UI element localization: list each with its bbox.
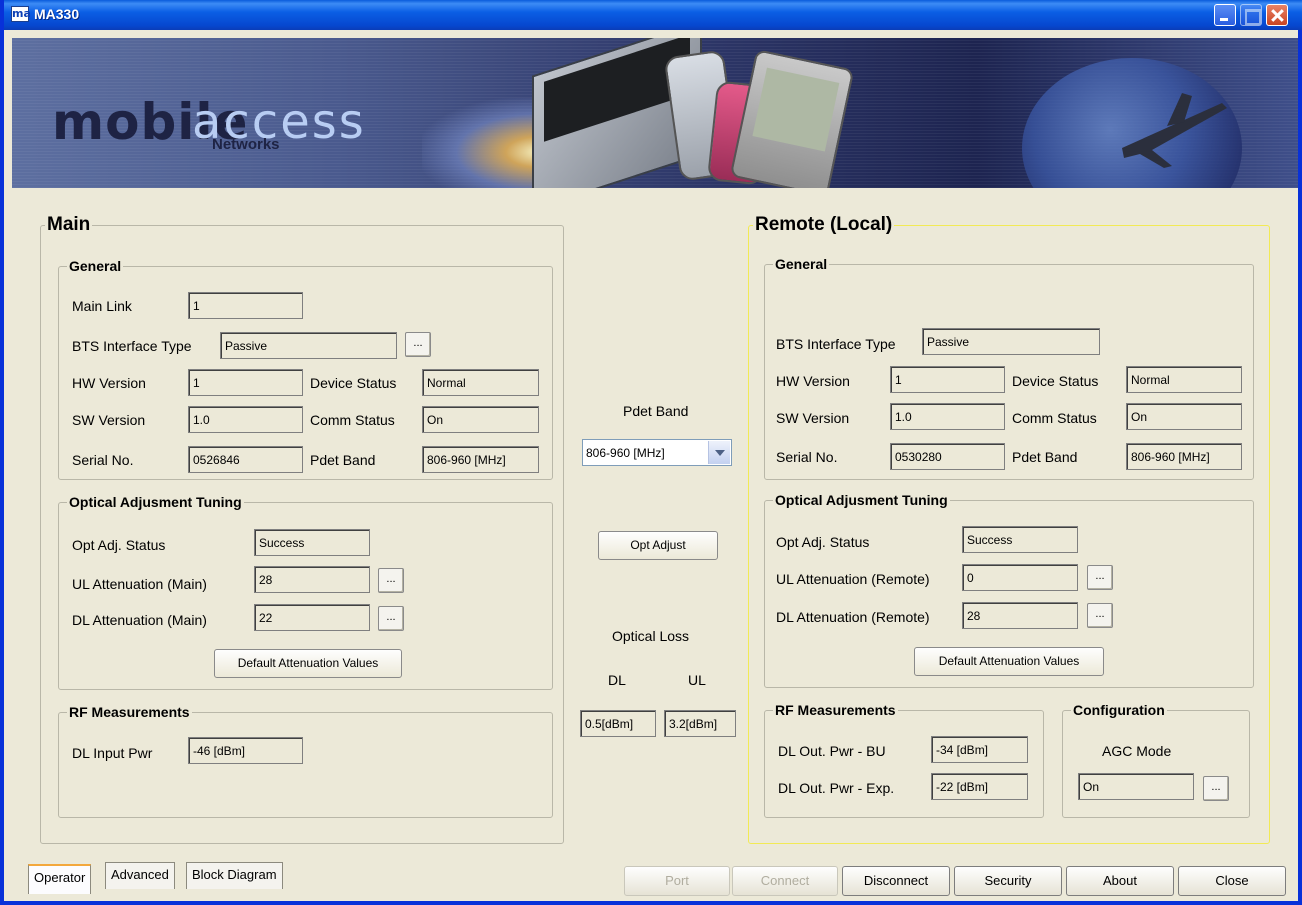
main-ul-atten-button[interactable]: ... xyxy=(378,568,404,593)
main-hw-field: 1 xyxy=(188,369,303,396)
main-pdet-field: 806-960 [MHz] xyxy=(422,446,539,473)
remote-pdet-label: Pdet Band xyxy=(1012,449,1078,465)
remote-hw-label: HW Version xyxy=(776,373,850,389)
main-ul-atten-field: 28 xyxy=(254,566,370,593)
remote-default-attenuation-button[interactable]: Default Attenuation Values xyxy=(914,647,1104,676)
main-comm-status-field: On xyxy=(422,406,539,433)
app-window: ma MA330 mobile access Networks Main Gen… xyxy=(0,0,1302,905)
remote-dl-atten-label: DL Attenuation (Remote) xyxy=(776,609,930,625)
pda-image xyxy=(729,49,855,188)
main-default-attenuation-button[interactable]: Default Attenuation Values xyxy=(214,649,402,678)
remote-general-title: General xyxy=(775,256,828,272)
remote-device-status-field: Normal xyxy=(1126,366,1242,393)
header-banner: mobile access Networks xyxy=(12,38,1298,188)
main-device-status-field: Normal xyxy=(422,369,539,396)
remote-pdet-field: 806-960 [MHz] xyxy=(1126,443,1242,470)
center-pdet-band-label: Pdet Band xyxy=(623,403,689,419)
main-bts-browse-button[interactable]: ... xyxy=(405,332,431,357)
remote-dl-out-exp-label: DL Out. Pwr - Exp. xyxy=(778,780,895,796)
chevron-down-icon[interactable] xyxy=(708,441,730,464)
remote-ul-atten-label: UL Attenuation (Remote) xyxy=(776,571,930,587)
main-dl-atten-label: DL Attenuation (Main) xyxy=(72,612,207,628)
remote-dl-out-bu-label: DL Out. Pwr - BU xyxy=(778,743,886,759)
remote-dl-out-exp-field: -22 [dBm] xyxy=(931,773,1028,800)
main-opt-status-label: Opt Adj. Status xyxy=(72,537,166,553)
about-button[interactable]: About xyxy=(1066,866,1174,896)
remote-dl-out-bu-field: -34 [dBm] xyxy=(931,736,1028,763)
connect-button[interactable]: Connect xyxy=(732,866,838,896)
main-sw-field: 1.0 xyxy=(188,406,303,433)
main-comm-status-label: Comm Status xyxy=(310,412,395,428)
main-device-status-label: Device Status xyxy=(310,375,397,391)
remote-bts-label: BTS Interface Type xyxy=(776,336,896,352)
remote-serial-label: Serial No. xyxy=(776,449,838,465)
maximize-button[interactable] xyxy=(1240,4,1262,26)
main-bts-label: BTS Interface Type xyxy=(72,338,192,354)
remote-hw-field: 1 xyxy=(890,366,1005,393)
main-optical-title: Optical Adjusment Tuning xyxy=(69,494,242,510)
logo-networks-text: Networks xyxy=(212,136,280,153)
close-button[interactable]: Close xyxy=(1178,866,1286,896)
optical-loss-ul-field: 3.2[dBm] xyxy=(664,710,736,737)
remote-device-status-label: Device Status xyxy=(1012,373,1099,389)
main-dl-atten-field: 22 xyxy=(254,604,370,631)
main-serial-label: Serial No. xyxy=(72,452,134,468)
agc-mode-field: On xyxy=(1078,773,1194,800)
port-button[interactable]: Port xyxy=(624,866,730,896)
remote-serial-field: 0530280 xyxy=(890,443,1005,470)
close-window-button[interactable] xyxy=(1266,4,1288,26)
optical-loss-dl-label: DL xyxy=(608,672,626,688)
tab-operator[interactable]: Operator xyxy=(28,864,92,894)
main-pdet-label: Pdet Band xyxy=(310,452,376,468)
main-opt-status-field: Success xyxy=(254,529,370,556)
remote-comm-status-field: On xyxy=(1126,403,1242,430)
main-sw-label: SW Version xyxy=(72,412,146,428)
main-general-title: General xyxy=(69,258,122,274)
window-title: MA330 xyxy=(34,6,80,22)
remote-sw-label: SW Version xyxy=(776,410,850,426)
remote-sw-field: 1.0 xyxy=(890,403,1005,430)
main-hw-label: HW Version xyxy=(72,375,146,391)
opt-adjust-button[interactable]: Opt Adjust xyxy=(598,531,718,560)
tab-advanced[interactable]: Advanced xyxy=(105,862,175,889)
security-button[interactable]: Security xyxy=(954,866,1062,896)
agc-mode-button[interactable]: ... xyxy=(1203,776,1229,801)
optical-loss-dl-field: 0.5[dBm] xyxy=(580,710,656,737)
main-title: Main xyxy=(47,214,91,235)
remote-optical-title: Optical Adjusment Tuning xyxy=(775,492,948,508)
remote-bts-field: Passive xyxy=(922,328,1100,355)
remote-ul-atten-button[interactable]: ... xyxy=(1087,565,1113,590)
remote-comm-status-label: Comm Status xyxy=(1012,410,1097,426)
main-rf-title: RF Measurements xyxy=(69,704,190,720)
remote-opt-status-label: Opt Adj. Status xyxy=(776,534,870,550)
remote-opt-status-field: Success xyxy=(962,526,1078,553)
airplane-icon xyxy=(1122,93,1227,168)
pdet-band-dropdown[interactable]: 806-960 [MHz] xyxy=(582,439,732,466)
optical-loss-ul-label: UL xyxy=(688,672,706,688)
remote-ul-atten-field: 0 xyxy=(962,564,1078,591)
main-link-label: Main Link xyxy=(72,298,132,314)
main-dl-input-label: DL Input Pwr xyxy=(72,745,153,761)
agc-mode-label: AGC Mode xyxy=(1102,743,1172,759)
minimize-button[interactable] xyxy=(1214,4,1236,26)
tab-block-diagram[interactable]: Block Diagram xyxy=(186,862,283,889)
remote-rf-title: RF Measurements xyxy=(775,702,896,718)
remote-dl-atten-button[interactable]: ... xyxy=(1087,603,1113,628)
configuration-title: Configuration xyxy=(1073,702,1165,718)
remote-title: Remote (Local) xyxy=(755,214,893,235)
optical-loss-label: Optical Loss xyxy=(612,628,690,644)
main-dl-input-field: -46 [dBm] xyxy=(188,737,303,764)
main-link-field: 1 xyxy=(188,292,303,319)
main-bts-field: Passive xyxy=(220,332,397,359)
main-ul-atten-label: UL Attenuation (Main) xyxy=(72,576,207,592)
main-dl-atten-button[interactable]: ... xyxy=(378,606,404,631)
remote-dl-atten-field: 28 xyxy=(962,602,1078,629)
pdet-band-selected: 806-960 [MHz] xyxy=(586,446,665,460)
app-icon: ma xyxy=(11,6,31,22)
main-serial-field: 0526846 xyxy=(188,446,303,473)
title-bar[interactable]: ma MA330 xyxy=(4,0,1302,30)
main-rf-group: RF Measurements xyxy=(58,704,553,818)
disconnect-button[interactable]: Disconnect xyxy=(842,866,950,896)
